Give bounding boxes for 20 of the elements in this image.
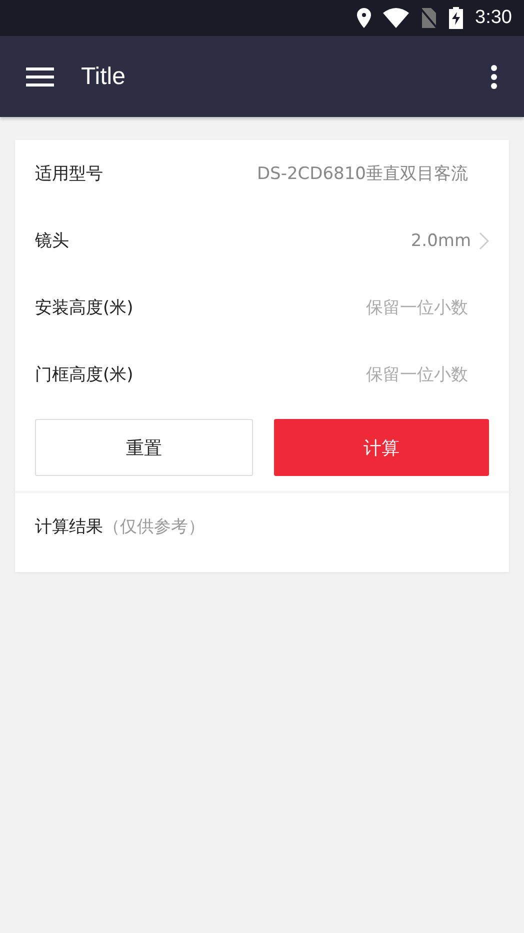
- field-label: 适用型号: [35, 163, 104, 185]
- select-value[interactable]: 2.0mm: [410, 230, 471, 250]
- status-time: 3:30: [475, 7, 512, 29]
- more-options-icon[interactable]: [490, 64, 498, 90]
- result-title: 计算结果: [35, 516, 103, 538]
- input-field[interactable]: 保留一位小数: [268, 364, 468, 384]
- app-title: Title: [81, 62, 126, 90]
- result-note: （仅供参考）: [103, 516, 205, 538]
- wifi-icon: [383, 8, 410, 28]
- input-field[interactable]: 保留一位小数: [268, 298, 468, 318]
- no-sim-icon: [421, 7, 438, 29]
- field-value: DS-2CD6810垂直双目客流: [256, 163, 468, 185]
- field-label: 安装高度(米): [35, 297, 134, 319]
- battery-charging-icon: [449, 7, 464, 29]
- field-label: 门框高度(米): [35, 364, 134, 386]
- menu-icon[interactable]: [26, 66, 54, 86]
- field-label: 镜头: [35, 230, 70, 252]
- reset-button[interactable]: 重置: [35, 419, 252, 476]
- location-icon: [357, 8, 372, 28]
- calculate-button[interactable]: 计算: [274, 419, 489, 476]
